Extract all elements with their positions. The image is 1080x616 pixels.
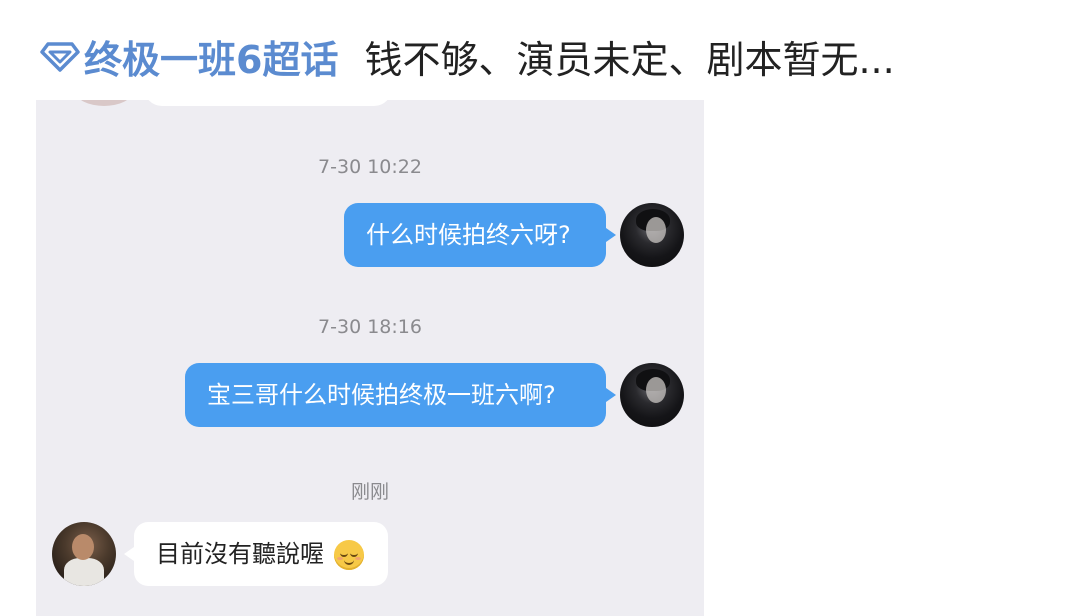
chat-screenshot: 7-30 10:22 什么时候拍终六呀? 7-30 18:16 宝三哥什么时候拍… [36, 100, 704, 616]
post-header: 终极一班6超话 钱不够、演员未定、剧本暂无... [40, 26, 1060, 86]
dark-portrait-avatar[interactable] [620, 363, 684, 427]
super-topic-link[interactable]: 终极一班6超话 [84, 29, 338, 84]
partial-avatar [76, 100, 132, 106]
partial-message-bubble [144, 100, 392, 106]
diamond-icon[interactable] [40, 38, 80, 74]
bubble-tail [606, 388, 616, 402]
outgoing-message-bubble[interactable]: 宝三哥什么时候拍终极一班六啊? [185, 363, 606, 427]
timestamp: 7-30 18:16 [318, 316, 422, 338]
timestamp: 刚刚 [350, 481, 389, 503]
outgoing-message-bubble[interactable]: 什么时候拍终六呀? [344, 203, 606, 267]
dark-portrait-avatar[interactable] [620, 203, 684, 267]
message-text: 目前沒有聽說喔 [156, 540, 324, 568]
message-text: 宝三哥什么时候拍终极一班六啊? [207, 381, 556, 409]
relieved-face-emoji [333, 540, 364, 570]
message-text: 什么时候拍终六呀? [366, 221, 571, 249]
post-title[interactable]: 钱不够、演员未定、剧本暂无... [364, 29, 894, 84]
timestamp: 7-30 10:22 [318, 156, 422, 178]
bubble-tail [124, 547, 134, 561]
incoming-message-bubble[interactable]: 目前沒有聽說喔 [134, 522, 388, 586]
bubble-tail [606, 228, 616, 242]
photo-avatar[interactable] [52, 522, 116, 586]
